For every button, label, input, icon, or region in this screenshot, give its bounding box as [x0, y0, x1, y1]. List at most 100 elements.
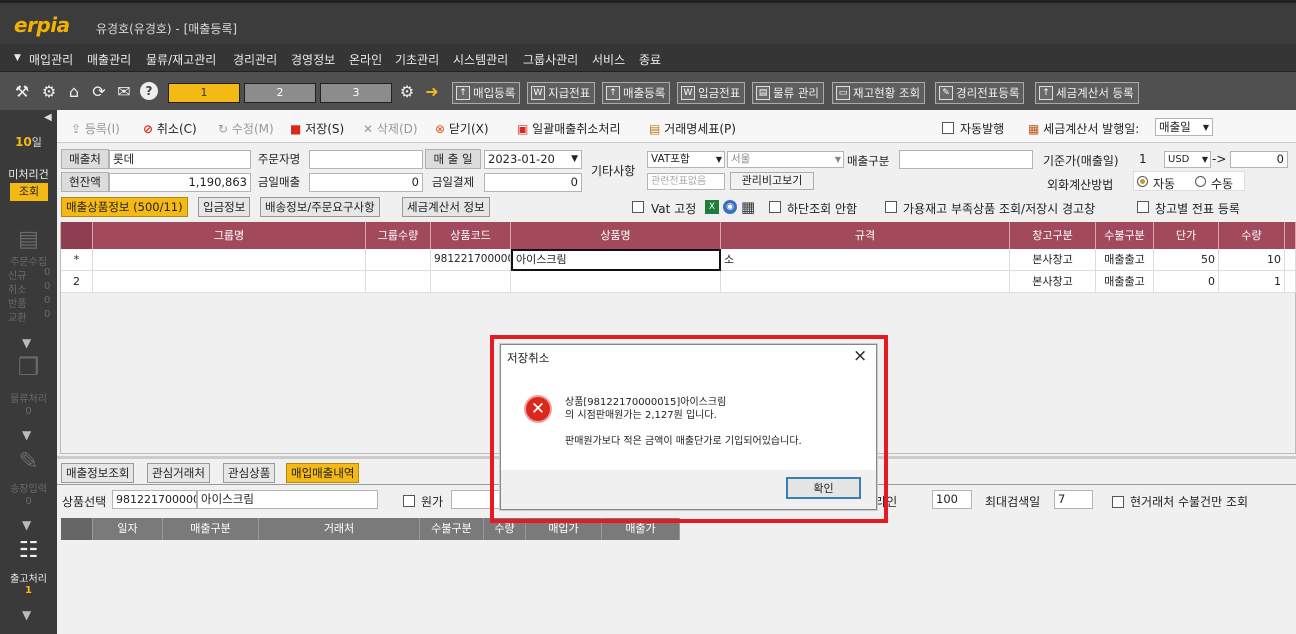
dialog-close-icon[interactable]: × [853, 346, 867, 366]
quick-deposit-slip[interactable]: W 입금전표 [677, 82, 746, 104]
quick-accounting-slip[interactable]: ✎ 경리전표등록 [935, 82, 1025, 104]
cell-warehouse[interactable]: 본사창고 [1010, 271, 1096, 293]
cell-price[interactable]: 50 [1154, 249, 1219, 271]
cell-code[interactable]: 98122170000015 [431, 249, 511, 271]
customer-field[interactable]: 롯데 [109, 150, 251, 169]
history-header-customer[interactable]: 거래처 [259, 518, 420, 540]
cell-qty[interactable]: 1 [1219, 271, 1285, 293]
arrow-right-icon[interactable]: ➜ [422, 82, 442, 102]
tab-purchase-sales-history[interactable]: 매입매출내역 [286, 463, 360, 483]
cancel-button[interactable]: ⊘ 취소(C) [143, 120, 197, 137]
globe-icon[interactable]: ◉ [723, 200, 737, 214]
bottom-off-checkbox[interactable] [769, 201, 781, 213]
product-code-field[interactable]: 98122170000015 [112, 490, 197, 509]
bulk-cancel-button[interactable]: ▣ 일괄매출취소처리 [517, 120, 621, 137]
home-icon[interactable]: ⌂ [64, 82, 84, 102]
tools-icon[interactable]: ⚒ [12, 82, 32, 102]
tab-fav-customers[interactable]: 관심거래처 [147, 463, 210, 483]
stock-warn-checkbox[interactable] [885, 201, 897, 213]
max-days-field[interactable]: 7 [1054, 490, 1093, 509]
grid-header-code[interactable]: 상품코드 [431, 222, 511, 249]
history-header-flow[interactable]: 수불구분 [420, 518, 484, 540]
cell-type[interactable]: 매출출고 [1096, 249, 1154, 271]
quick-purchase-register[interactable]: ↑ 매입등록 [452, 82, 521, 104]
grid-header-warehouse[interactable]: 창고구분 [1010, 222, 1096, 249]
grid-header-spec[interactable]: 규격 [721, 222, 1010, 249]
menu-sales[interactable]: 매출관리 [87, 51, 131, 68]
shipping-label[interactable]: 출고처리 [0, 570, 57, 585]
delete-button[interactable]: ✕ 삭제(D) [363, 120, 418, 137]
page-tab-2[interactable]: 2 [244, 83, 316, 103]
cell-name[interactable]: 아이스크림 [511, 249, 721, 271]
view-notes-button[interactable]: 관리비고보기 [730, 172, 814, 190]
cell-group[interactable] [93, 249, 366, 271]
history-header-date[interactable]: 일자 [93, 518, 163, 540]
cell-type[interactable]: 매출출고 [1096, 271, 1154, 293]
cell-group[interactable] [93, 271, 366, 293]
fx-value-field[interactable]: 0 [1230, 151, 1288, 168]
cell-group-qty[interactable] [366, 271, 431, 293]
mail-icon[interactable]: ✉ [114, 82, 134, 102]
quick-logistics[interactable]: ▤ 물류 관리 [752, 82, 824, 104]
register-button[interactable]: ⇪ 등록(I) [71, 120, 120, 137]
gear-icon[interactable]: ⚙ [39, 82, 59, 102]
sale-date-field[interactable]: 2023-01-20 ▼ [484, 150, 582, 169]
only-current-checkbox[interactable] [1112, 496, 1124, 508]
menu-basic[interactable]: 기초관리 [395, 51, 439, 68]
close-button[interactable]: ⊗ 닫기(X) [435, 120, 489, 137]
settings-icon[interactable]: ⚙ [397, 82, 417, 102]
tab-tax-invoice[interactable]: 세금계산서 정보 [402, 197, 490, 217]
table-icon[interactable]: ▦ [741, 198, 755, 216]
save-button[interactable]: ■ 저장(S) [290, 120, 344, 137]
refresh-icon[interactable]: ⟳ [89, 82, 109, 102]
grid-header-qty[interactable]: 수량 [1219, 222, 1285, 249]
order-collect-label[interactable]: 주문수집 [0, 253, 57, 268]
tab-deposit[interactable]: 입금정보 [198, 197, 251, 217]
cell-spec[interactable]: 소 [721, 249, 1010, 271]
grid-header-group[interactable]: 그룹명 [93, 222, 366, 249]
menu-group[interactable]: 그룹사관리 [523, 51, 578, 68]
cell-warehouse[interactable]: 본사창고 [1010, 249, 1096, 271]
search-line-field[interactable]: 100 [932, 490, 972, 509]
menu-accounting[interactable]: 경리관리 [233, 51, 277, 68]
auto-radio[interactable] [1137, 176, 1148, 187]
menu-dropdown-icon[interactable]: ▼ [14, 53, 21, 63]
history-header-type[interactable]: 매출구분 [163, 518, 259, 540]
manual-radio[interactable] [1195, 176, 1206, 187]
grid-header-price[interactable]: 단가 [1154, 222, 1219, 249]
tab-sales-items[interactable]: 매출상품정보 (500/11) [61, 197, 188, 217]
cell-group-qty[interactable] [366, 249, 431, 271]
logistics-label[interactable]: 물류처리 [0, 390, 57, 405]
currency-select[interactable]: USD ▼ [1164, 151, 1211, 168]
menu-exit[interactable]: 종료 [639, 51, 661, 68]
menu-online[interactable]: 온라인 [349, 51, 382, 68]
menu-system[interactable]: 시스템관리 [453, 51, 508, 68]
tab-shipping[interactable]: 배송정보/주문요구사항 [260, 197, 380, 217]
per-warehouse-checkbox[interactable] [1137, 201, 1149, 213]
help-icon[interactable]: ? [140, 82, 158, 100]
lookup-button[interactable]: 조회 [10, 183, 48, 201]
vat-select[interactable]: VAT포함 ▼ [647, 151, 725, 168]
excel-icon[interactable]: X [705, 200, 719, 214]
grid-header-name[interactable]: 상품명 [511, 222, 721, 249]
region-select[interactable]: 서울 ▼ [727, 151, 844, 168]
ok-button[interactable]: 확인 [786, 477, 861, 499]
tab-sales-info[interactable]: 매출정보조회 [61, 463, 135, 483]
page-tab-3[interactable]: 3 [320, 83, 392, 103]
menu-service[interactable]: 서비스 [592, 51, 625, 68]
tab-fav-products[interactable]: 관심상품 [223, 463, 276, 483]
grid-header-type[interactable]: 수불구분 [1096, 222, 1154, 249]
product-name-field[interactable]: 아이스크림 [197, 490, 378, 509]
quick-tax-invoice[interactable]: ↑ 세금계산서 등록 [1035, 82, 1139, 104]
vat-fixed-checkbox[interactable] [632, 201, 644, 213]
quick-inventory[interactable]: ▭ 재고현황 조회 [832, 82, 926, 104]
cell-name[interactable] [511, 271, 721, 293]
collapse-icon[interactable]: ◀ [44, 112, 52, 123]
auto-issue-checkbox[interactable] [942, 122, 954, 134]
menu-management[interactable]: 경영정보 [291, 51, 335, 68]
menu-purchase[interactable]: 매입관리 [29, 51, 73, 68]
cell-spec[interactable] [721, 271, 1010, 293]
cell-price[interactable]: 0 [1154, 271, 1219, 293]
cell-code[interactable] [431, 271, 511, 293]
sale-type-field[interactable] [899, 150, 1033, 169]
